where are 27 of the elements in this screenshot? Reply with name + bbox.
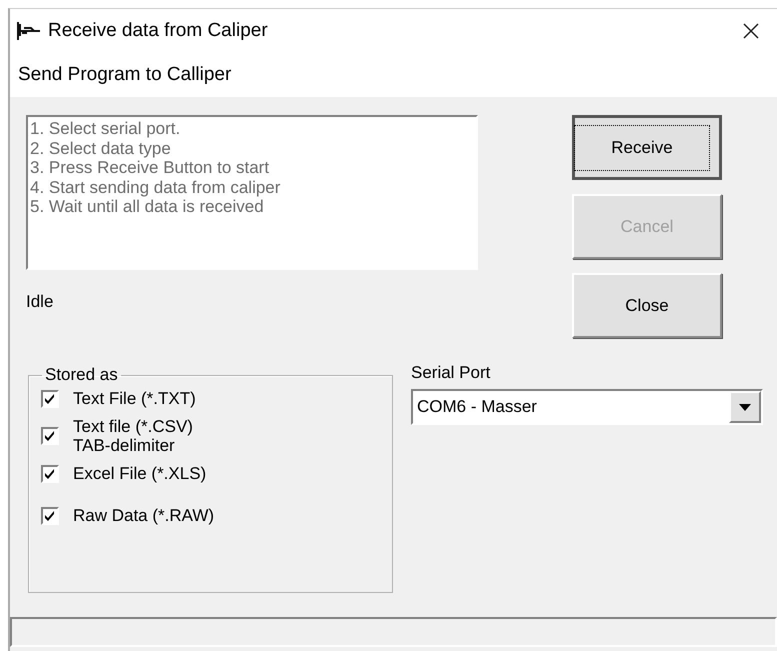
check-icon bbox=[43, 392, 57, 406]
check-icon bbox=[43, 466, 57, 480]
serial-port-dropdown[interactable]: COM6 - Masser bbox=[411, 389, 763, 425]
status-text: Idle bbox=[26, 292, 54, 312]
checkbox-label: Text File (*.TXT) bbox=[73, 389, 196, 408]
instruction-line: 4. Start sending data from caliper bbox=[30, 178, 282, 197]
checkbox-label: Text file (*.CSV) TAB-delimiter bbox=[73, 417, 193, 455]
checkbox[interactable] bbox=[41, 427, 59, 445]
close-button[interactable]: Close bbox=[572, 273, 722, 338]
window-title: Receive data from Caliper bbox=[48, 20, 268, 42]
receive-button[interactable]: Receive bbox=[572, 115, 722, 180]
field-label: Serial Port bbox=[411, 363, 492, 383]
instruction-line: 5. Wait until all data is received bbox=[30, 197, 265, 216]
checkbox-label: Excel File (*.XLS) bbox=[73, 464, 206, 483]
caliper-icon bbox=[16, 20, 40, 42]
check-icon bbox=[43, 508, 57, 522]
group-title: Stored as bbox=[44, 365, 119, 385]
checkbox[interactable] bbox=[41, 390, 59, 408]
close-icon[interactable] bbox=[743, 23, 759, 39]
checkbox[interactable] bbox=[41, 464, 59, 482]
menu-item[interactable]: Send Program to Calliper bbox=[18, 64, 232, 86]
instruction-line: 3. Press Receive Button to start bbox=[30, 158, 270, 178]
instruction-line: 1. Select serial port. bbox=[30, 119, 182, 138]
instruction-line: 2. Select data type bbox=[30, 138, 172, 158]
check-icon bbox=[43, 429, 57, 443]
checkbox-label: Raw Data (*.RAW) bbox=[73, 506, 214, 525]
checkbox[interactable] bbox=[41, 506, 59, 524]
